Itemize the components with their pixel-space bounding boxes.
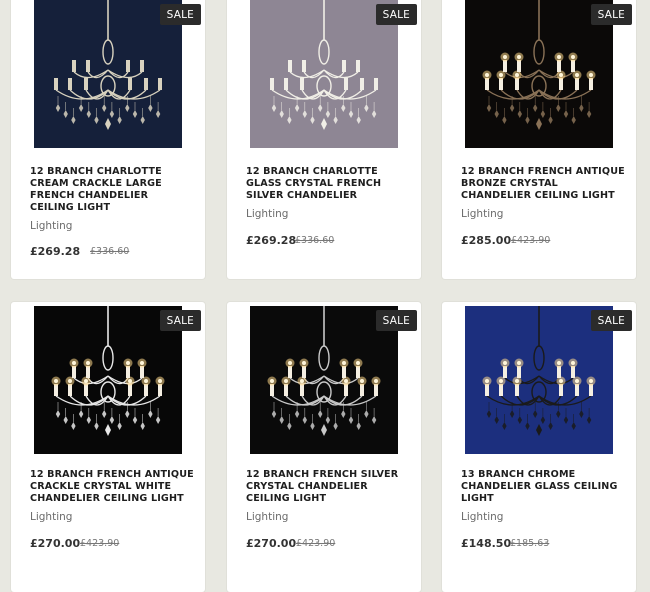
product-price: £269.28 xyxy=(246,234,297,247)
product-old-price: £336.60 xyxy=(90,246,130,257)
product-image-area: SALE xyxy=(11,0,205,150)
product-image-area: SALE xyxy=(442,306,636,456)
product-price: £270.00 xyxy=(246,537,297,550)
product-image-area: SALE xyxy=(227,0,421,150)
product-category[interactable]: Lighting xyxy=(461,511,503,523)
product-category[interactable]: Lighting xyxy=(246,208,288,220)
product-price: £269.28 xyxy=(30,245,81,258)
sale-badge: SALE xyxy=(590,310,632,331)
product-old-price: £423.90 xyxy=(511,235,551,246)
product-category[interactable]: Lighting xyxy=(461,208,503,220)
product-old-price: £336.60 xyxy=(295,235,335,246)
sale-badge: SALE xyxy=(159,310,201,331)
product-category[interactable]: Lighting xyxy=(30,511,72,523)
product-old-price: £423.90 xyxy=(296,538,336,549)
product-price: £285.00 xyxy=(461,234,512,247)
product-title[interactable]: 12 BRANCH FRENCH ANTIQUE BRONZE CRYSTAL … xyxy=(461,166,626,202)
sale-badge: SALE xyxy=(375,4,417,25)
product-card[interactable]: SALE 12 BRANCH FRENCH ANTIQUE BRONZE CRY… xyxy=(442,0,636,279)
product-card[interactable]: SALE 13 BRANCH CHROME CHANDELIER GLASS C… xyxy=(442,302,636,592)
product-card[interactable]: SALE 12 BRANCH FRENCH SILVER CRYSTAL CHA… xyxy=(227,302,421,592)
product-card[interactable]: SALE 12 BRANCH FRENCH ANTIQUE CRACKLE CR… xyxy=(11,302,205,592)
sale-badge: SALE xyxy=(159,4,201,25)
sale-badge: SALE xyxy=(590,4,632,25)
product-image-area: SALE xyxy=(442,0,636,150)
sale-badge: SALE xyxy=(375,310,417,331)
product-card[interactable]: SALE 12 BRANCH CHARLOTTE GLASS CRYSTAL F… xyxy=(227,0,421,279)
product-image-area: SALE xyxy=(11,306,205,456)
product-category[interactable]: Lighting xyxy=(246,511,288,523)
product-title[interactable]: 13 BRANCH CHROME CHANDELIER GLASS CEILIN… xyxy=(461,469,626,505)
product-image-area: SALE xyxy=(227,306,421,456)
product-title[interactable]: 12 BRANCH CHARLOTTE GLASS CRYSTAL FRENCH… xyxy=(246,166,411,202)
product-title[interactable]: 12 BRANCH CHARLOTTE CREAM CRACKLE LARGE … xyxy=(30,166,195,214)
product-price: £148.50 xyxy=(461,537,512,550)
product-title[interactable]: 12 BRANCH FRENCH ANTIQUE CRACKLE CRYSTAL… xyxy=(30,469,195,505)
product-title[interactable]: 12 BRANCH FRENCH SILVER CRYSTAL CHANDELI… xyxy=(246,469,411,505)
product-card[interactable]: SALE 12 BRANCH CHARLOTTE CREAM CRACKLE L… xyxy=(11,0,205,279)
product-old-price: £185.63 xyxy=(510,538,550,549)
product-category[interactable]: Lighting xyxy=(30,220,72,232)
product-old-price: £423.90 xyxy=(80,538,120,549)
product-price: £270.00 xyxy=(30,537,81,550)
product-grid: SALE 12 BRANCH CHARLOTTE CREAM CRACKLE L… xyxy=(0,0,650,592)
